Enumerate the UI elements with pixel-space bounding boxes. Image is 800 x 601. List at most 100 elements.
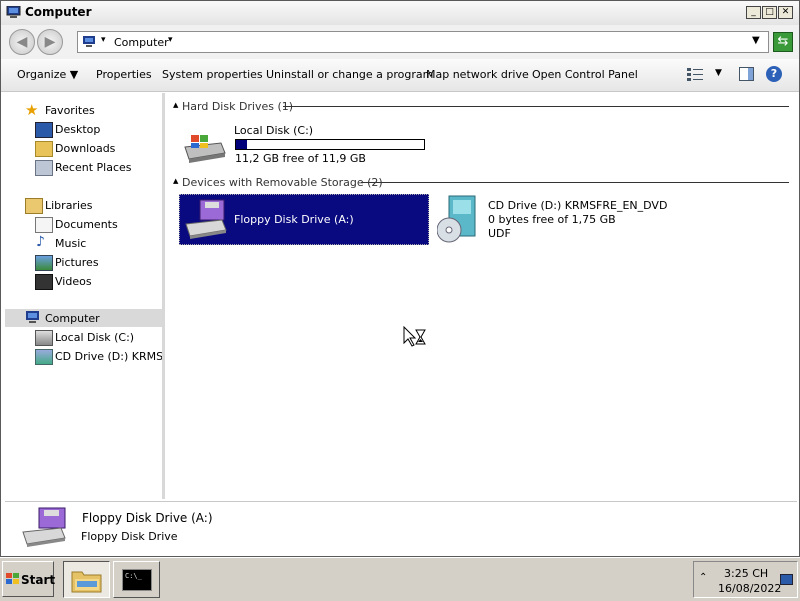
windows-logo-icon <box>6 573 20 585</box>
nav-libraries-label: Libraries <box>45 199 93 212</box>
downloads-icon <box>35 141 53 157</box>
view-options-icon[interactable] <box>687 67 703 81</box>
nav-cd-drive[interactable]: CD Drive (D:) KRMSFR <box>5 347 162 365</box>
nav-favorites[interactable]: ★ Favorites <box>5 101 162 119</box>
taskbar-cmd-button[interactable]: C:\_ <box>113 561 160 598</box>
drive-c-usage-fill <box>236 140 248 149</box>
computer-icon <box>25 311 41 325</box>
group-divider <box>283 106 789 107</box>
recent-places-icon <box>35 160 53 176</box>
back-button[interactable]: ◀ <box>9 29 35 55</box>
drive-tile-d[interactable]: CD Drive (D:) KRMSFRE_EN_DVD 0 bytes fre… <box>435 194 695 246</box>
organize-button[interactable]: Organize ▼ <box>17 68 78 81</box>
drive-tile-a-selected[interactable]: Floppy Disk Drive (A:) <box>179 194 429 245</box>
nav-documents[interactable]: Documents <box>5 215 162 233</box>
address-field[interactable]: ▾ Computer ▾ ▼ <box>77 31 769 53</box>
chevron-down-icon[interactable]: ▼ <box>715 68 722 78</box>
nav-pictures-label: Pictures <box>55 256 99 269</box>
system-properties-button[interactable]: System properties <box>162 68 263 81</box>
star-icon: ★ <box>25 101 39 119</box>
collapse-group-icon[interactable]: ▲ <box>173 177 178 185</box>
libraries-icon <box>25 198 43 214</box>
nav-favorites-label: Favorites <box>45 104 95 117</box>
show-hidden-icons-button[interactable]: ⌃ <box>699 572 707 583</box>
navigation-pane: ★ Favorites Desktop Downloads Recent Pla… <box>5 93 165 499</box>
content-pane: ▲ Hard Disk Drives (1) Local Disk (C:) 1… <box>165 93 799 499</box>
clock-date[interactable]: 16/08/2022 <box>718 582 781 595</box>
nav-desktop[interactable]: Desktop <box>5 120 162 138</box>
hard-disk-icon <box>35 330 53 346</box>
drive-tile-c[interactable]: Local Disk (C:) 11,2 GB free of 11,9 GB <box>179 121 439 169</box>
address-bar-area: ◀ ▶ ▾ Computer ▾ ▼ ⇆ <box>1 25 799 60</box>
forward-button[interactable]: ▶ <box>37 29 63 55</box>
details-pane: Floppy Disk Drive (A:) Floppy Disk Drive <box>5 501 797 554</box>
window-title: Computer <box>25 5 92 19</box>
group-divider <box>361 182 789 183</box>
drive-d-free: 0 bytes free of 1,75 GB <box>488 213 616 226</box>
drive-a-name: Floppy Disk Drive (A:) <box>234 213 354 226</box>
hard-disk-drives-header[interactable]: Hard Disk Drives (1) <box>182 100 293 113</box>
help-icon[interactable]: ? <box>766 66 782 82</box>
nav-videos-label: Videos <box>55 275 92 288</box>
start-label: Start <box>21 573 56 587</box>
pictures-icon <box>35 255 53 271</box>
nav-music[interactable]: ♪ Music <box>5 234 162 252</box>
computer-icon <box>82 36 96 48</box>
nav-recent-places[interactable]: Recent Places <box>5 158 162 176</box>
nav-local-disk-label: Local Disk (C:) <box>55 331 135 344</box>
videos-icon <box>35 274 53 290</box>
nav-computer[interactable]: Computer <box>5 309 162 327</box>
drive-c-usage-bar <box>235 139 425 150</box>
hard-disk-icon <box>181 131 227 165</box>
drive-d-name: CD Drive (D:) KRMSFRE_EN_DVD <box>488 199 668 212</box>
busy-cursor-icon <box>403 325 427 348</box>
nav-downloads-label: Downloads <box>55 142 116 155</box>
nav-pictures[interactable]: Pictures <box>5 253 162 271</box>
music-icon: ♪ <box>36 234 45 250</box>
taskbar-explorer-button[interactable] <box>63 561 110 598</box>
removable-storage-header[interactable]: Devices with Removable Storage (2) <box>182 176 383 189</box>
nav-desktop-label: Desktop <box>55 123 101 136</box>
close-button[interactable]: ✕ <box>778 6 793 19</box>
details-name: Floppy Disk Drive (A:) <box>82 511 213 525</box>
nav-local-disk[interactable]: Local Disk (C:) <box>5 328 162 346</box>
map-network-drive-button[interactable]: Map network drive <box>426 68 529 81</box>
start-button[interactable]: Start <box>2 561 56 597</box>
drive-d-filesystem: UDF <box>488 227 511 240</box>
command-prompt-icon: C:\_ <box>122 569 152 591</box>
explorer-window: Computer _ □ ✕ ◀ ▶ ▾ Computer ▾ ▼ ⇆ Orga… <box>0 0 800 557</box>
nav-music-label: Music <box>55 237 87 250</box>
chevron-down-icon[interactable]: ▾ <box>101 35 106 45</box>
maximize-button[interactable]: □ <box>762 6 777 19</box>
address-path[interactable]: Computer <box>114 36 169 49</box>
network-icon[interactable] <box>780 574 793 585</box>
open-control-panel-button[interactable]: Open Control Panel <box>532 68 638 81</box>
uninstall-program-button[interactable]: Uninstall or change a program <box>266 68 433 81</box>
nav-libraries[interactable]: Libraries <box>5 196 162 214</box>
documents-icon <box>35 217 53 233</box>
cd-drive-icon <box>35 349 53 365</box>
drive-c-name: Local Disk (C:) <box>234 124 314 137</box>
taskbar: Start C:\_ ⌃ 3:25 CH 16/08/2022 <box>0 557 800 601</box>
nav-cd-drive-label: CD Drive (D:) KRMSFR <box>55 350 162 363</box>
preview-pane-icon[interactable] <box>739 67 754 81</box>
computer-icon <box>6 5 21 19</box>
nav-computer-label: Computer <box>45 312 100 325</box>
chevron-down-icon: ▼ <box>69 68 79 81</box>
nav-documents-label: Documents <box>55 218 118 231</box>
nav-videos[interactable]: Videos <box>5 272 162 290</box>
clock-time[interactable]: 3:25 CH <box>724 567 768 580</box>
chevron-down-icon[interactable]: ▾ <box>168 35 173 45</box>
nav-downloads[interactable]: Downloads <box>5 139 162 157</box>
nav-recent-places-label: Recent Places <box>55 161 132 174</box>
title-bar[interactable]: Computer _ □ ✕ <box>1 1 799 26</box>
command-bar: Organize ▼ Properties System properties … <box>1 59 799 92</box>
collapse-group-icon[interactable]: ▲ <box>173 101 178 109</box>
drive-c-free: 11,2 GB free of 11,9 GB <box>235 152 366 165</box>
refresh-icon[interactable]: ⇆ <box>773 32 793 52</box>
properties-button[interactable]: Properties <box>96 68 152 81</box>
address-dropdown-button[interactable]: ▼ <box>752 35 760 46</box>
floppy-drive-icon <box>184 198 228 240</box>
minimize-button[interactable]: _ <box>746 6 761 19</box>
folder-icon <box>71 568 103 594</box>
